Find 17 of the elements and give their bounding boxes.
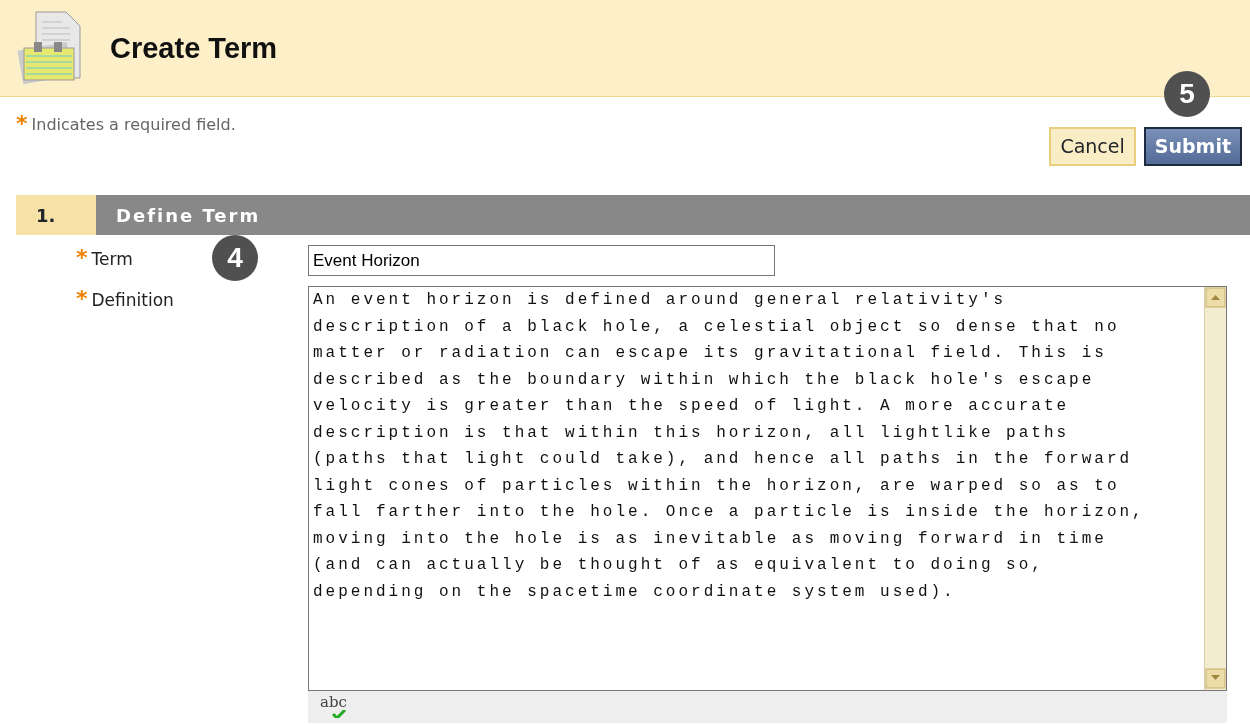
section-number: 1. — [16, 195, 96, 235]
step-number: 5 — [1164, 71, 1210, 117]
required-icon: * — [76, 247, 88, 269]
field-label: Definition — [91, 289, 174, 312]
check-icon — [332, 709, 346, 718]
step-number: 4 — [212, 235, 258, 281]
required-icon: * — [76, 288, 88, 310]
definition-field[interactable]: An event horizon is defined around general relativity's description of a black hole, a celestial object so dense that no matter or radiation can escape its gravitational field. This is described as the boundary within which the black hole's escape velocity is greater than the speed of light. A more accurate description is that within this horizon, all lightlike paths (paths that light could take), and hence all paths in the forward light cones of particles within the horizon, are warped so as to fall farther into the hole. Once a particle is inside the horizon, moving into the hole is as inevitable as moving forward in time (and can actually be thought of as equivalent to doing so, depending on the spacetime coordinate system used). — [308, 286, 1227, 691]
term-input[interactable]: Event Horizon — [308, 245, 775, 276]
page-title: Create Term — [110, 30, 278, 66]
cancel-button[interactable]: Cancel — [1049, 127, 1136, 166]
submit-button[interactable]: Submit — [1143, 127, 1242, 166]
required-icon: * — [16, 113, 28, 135]
required-note: Indicates a required field. — [31, 114, 236, 136]
scrollbar[interactable] — [1204, 287, 1226, 690]
field-label: Term — [91, 248, 133, 271]
section-title: Define Term — [96, 195, 1250, 235]
